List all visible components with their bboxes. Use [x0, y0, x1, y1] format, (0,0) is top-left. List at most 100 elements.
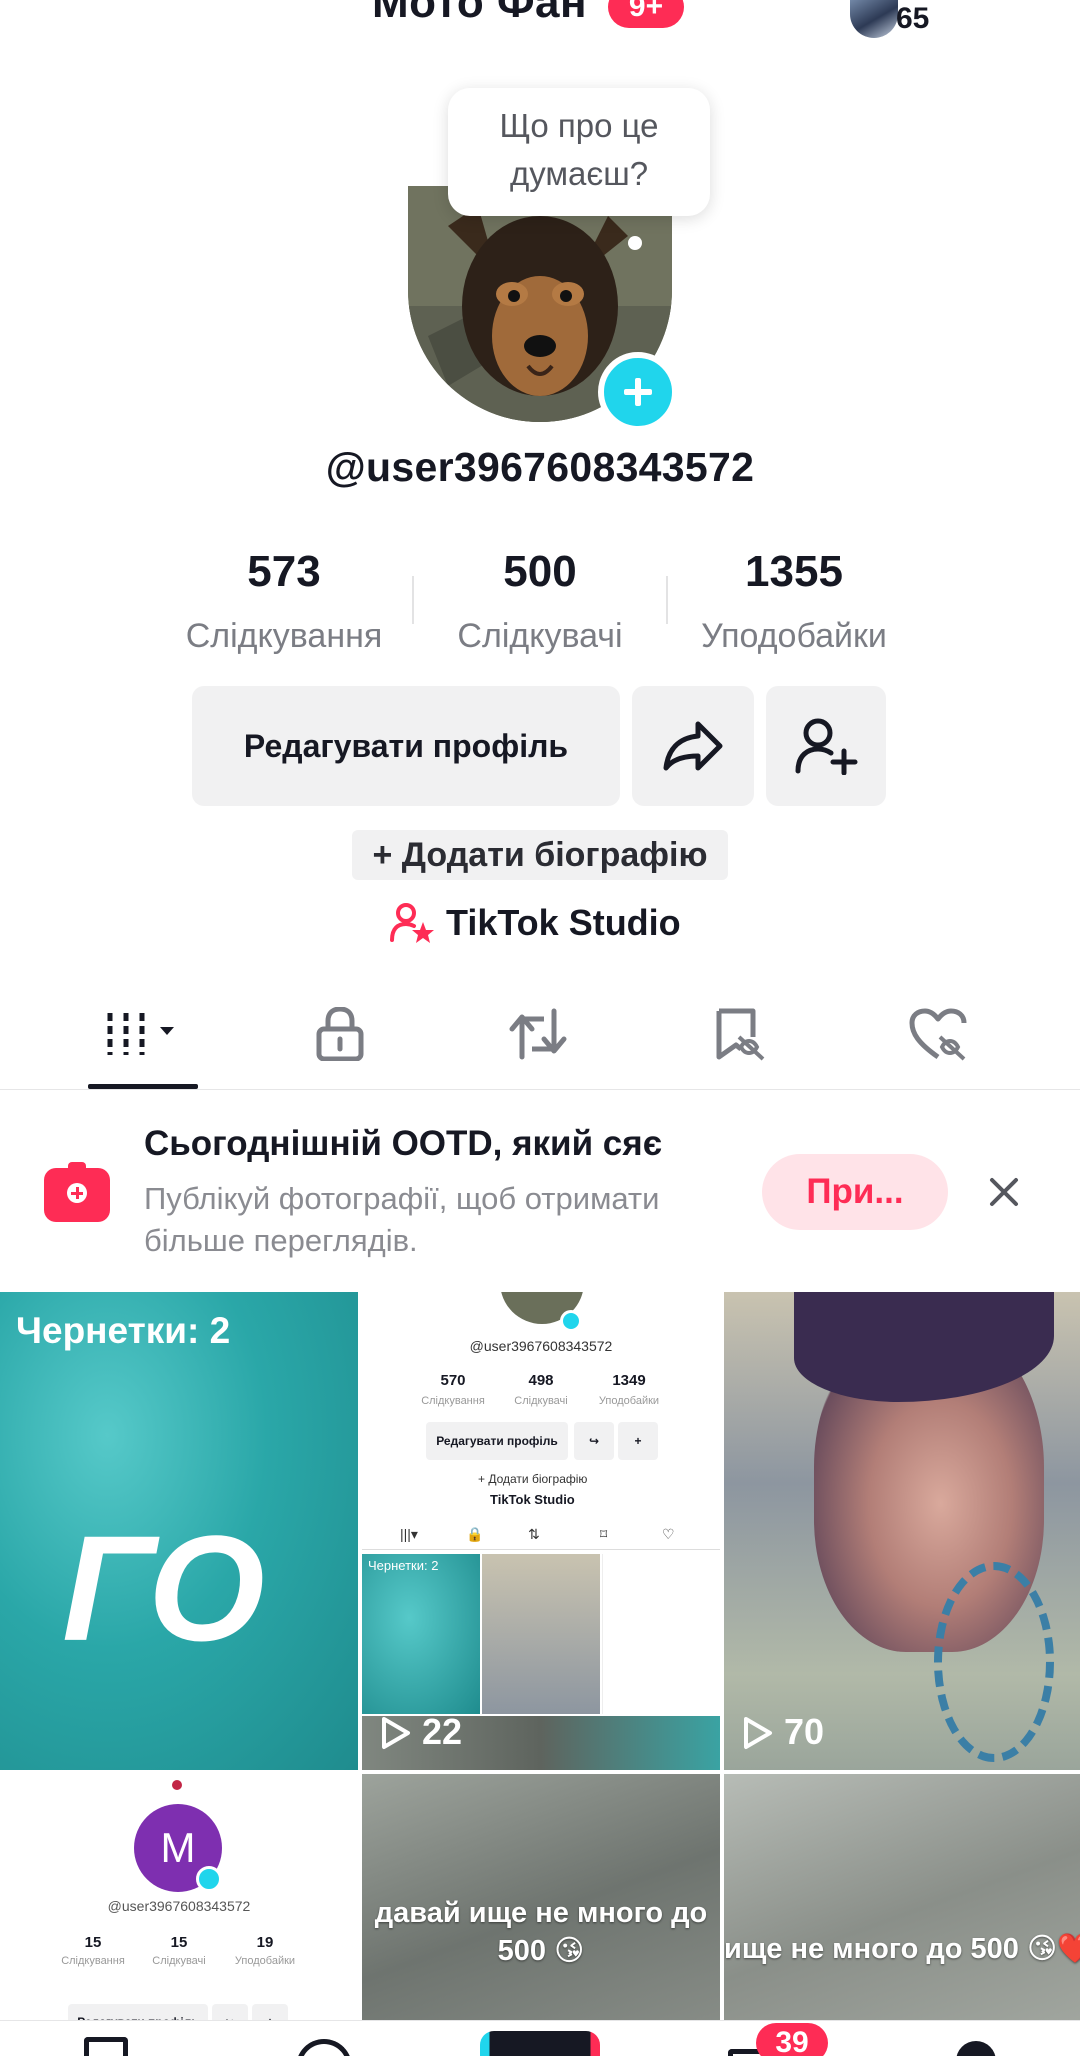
note-bubble[interactable]: Що про це думаєш?	[448, 88, 710, 216]
ootd-promo-banner: Сьогоднішній OOTD, який сяє Публікуй фот…	[0, 1092, 1080, 1292]
mini-stat: 15 Слідкувачі	[134, 1934, 224, 1967]
stat-following[interactable]: 573 Слідкування	[164, 546, 404, 656]
add-story-plus-icon[interactable]	[598, 352, 678, 432]
mini-stat-value: 498	[528, 1372, 554, 1389]
stat-divider	[412, 576, 414, 624]
content-tabs	[0, 990, 1080, 1090]
mini-stat-label: Слідкувачі	[514, 1395, 568, 1407]
story-count: 65	[896, 2, 930, 35]
mini-stat-label: Слідкування	[421, 1395, 485, 1407]
video-tile[interactable]: 70	[724, 1292, 1080, 1770]
stat-likes[interactable]: 1355 Уподобайки	[674, 546, 914, 656]
stat-followers[interactable]: 500 Слідкувачі	[420, 546, 660, 656]
studio-icon	[390, 903, 434, 943]
friends-icon[interactable]	[296, 2039, 352, 2056]
mini-stat: 15 Слідкування	[48, 1934, 138, 1967]
tab-private[interactable]	[280, 990, 400, 1090]
drafts-label: Чернетки: 2	[16, 1310, 231, 1351]
heart-hidden-icon	[909, 1008, 967, 1061]
note-text-line2: думаєш?	[509, 155, 649, 192]
repost-icon	[509, 1008, 567, 1060]
mini-plus-icon	[560, 1310, 582, 1332]
bookmark-icon	[716, 1008, 765, 1061]
promo-action-button[interactable]: При...	[762, 1154, 948, 1230]
play-icon	[744, 1717, 772, 1749]
mini-stat-value: 15	[84, 1934, 102, 1951]
promo-title: Сьогоднішній OOTD, який сяє	[144, 1124, 663, 1163]
profile-username: @user3967608343572	[325, 444, 755, 490]
mini-stat: 570 Слідкування	[408, 1372, 498, 1407]
mini-stat: 19 Уподобайки	[220, 1934, 310, 1967]
stat-value: 500	[503, 547, 577, 596]
profile-icon[interactable]	[956, 2041, 996, 2056]
share-profile-button[interactable]	[632, 686, 754, 806]
video-tile[interactable]: ище не много до 500 😘❤️	[724, 1774, 1080, 2056]
mini-drafts-label: Чернетки: 2	[368, 1558, 439, 1573]
inbox-badge: 39	[756, 2023, 828, 2056]
account-switcher-title[interactable]: Мото Фан	[372, 0, 587, 28]
video-tile[interactable]: давай ище не много до 500 😘	[362, 1774, 720, 2056]
mini-stat-label: Уподобайки	[598, 1395, 660, 1407]
home-icon[interactable]	[84, 2037, 128, 2056]
notification-badge: 9+	[608, 0, 684, 28]
video-thumbnail-detail	[934, 1562, 1054, 1762]
lock-icon	[316, 1007, 364, 1061]
video-caption: ище не много до 500 😘❤️	[724, 1933, 1080, 1965]
mini-tabs: |||▾ 🔒 ⇅ ⌑ ♡	[362, 1524, 720, 1550]
mini-stat-value: 570	[440, 1372, 466, 1389]
mini-tile	[482, 1554, 600, 1714]
story-avatar[interactable]	[850, 0, 898, 38]
play-count-value: 22	[422, 1711, 463, 1752]
stat-label: Слідкувачі	[457, 617, 623, 655]
create-button[interactable]	[480, 2031, 600, 2056]
add-bio-button[interactable]: + Додати біографію	[352, 830, 728, 880]
mini-edit-button: Редагувати профіль	[426, 1422, 568, 1460]
stat-label: Уподобайки	[701, 617, 887, 655]
mini-add-user-icon: +	[618, 1422, 658, 1460]
mini-username: @user3967608343572	[469, 1338, 613, 1354]
note-pointer	[628, 236, 642, 250]
tab-reposts[interactable]	[478, 990, 598, 1090]
promo-description: Публікуй фотографії, щоб отримати більше…	[144, 1181, 660, 1258]
mini-stat-label: Слідкувачі	[152, 1955, 206, 1967]
tile-text: ГО	[62, 1504, 265, 1672]
add-user-icon	[795, 718, 858, 775]
grid-icon	[107, 1013, 174, 1055]
mini-stat: 498 Слідкувачі	[496, 1372, 586, 1407]
bottom-nav: 39	[0, 2020, 1080, 2056]
note-text-line1: Що про це	[499, 107, 659, 144]
tab-videos[interactable]	[84, 990, 204, 1090]
video-tile[interactable]: M @user3967608343572 15 Слідкування 15 Слі…	[0, 1774, 358, 2056]
video-grid: Чернетки: 2 ГО @user3967608343572 570 Слі…	[0, 1292, 1080, 2056]
caption-line: 500 😘	[497, 1935, 585, 1967]
mini-dot	[172, 1780, 182, 1790]
menu-icon[interactable]	[970, 0, 1024, 26]
studio-label: TikTok Studio	[446, 902, 681, 943]
stat-divider	[666, 576, 668, 624]
mini-stat-label: Уподобайки	[234, 1955, 296, 1967]
share-icon	[663, 721, 723, 771]
mini-stat: 1349 Уподобайки	[584, 1372, 674, 1407]
mini-bio: + Додати біографію	[478, 1472, 588, 1486]
mini-stat-value: 15	[170, 1934, 188, 1951]
mini-stat-label: Слідкування	[61, 1955, 125, 1967]
tab-favorites[interactable]	[680, 990, 800, 1090]
add-friend-button[interactable]	[766, 686, 886, 806]
edit-profile-button[interactable]: Редагувати профіль	[192, 686, 620, 806]
video-tile[interactable]: @user3967608343572 570 Слідкування 498 Слі…	[362, 1292, 720, 1770]
stat-value: 573	[247, 547, 321, 596]
caption-line: давай ище не много до	[374, 1897, 708, 1929]
mini-username: @user3967608343572	[107, 1898, 251, 1914]
add-photo-icon	[44, 1162, 110, 1222]
close-icon[interactable]	[984, 1172, 1024, 1212]
tab-liked[interactable]	[878, 990, 998, 1090]
mini-tile	[362, 1716, 720, 1770]
mini-share-icon: ↪	[574, 1422, 614, 1460]
play-count-value: 70	[784, 1711, 825, 1752]
active-tab-indicator	[88, 1084, 198, 1089]
drafts-tile[interactable]: Чернетки: 2 ГО	[0, 1292, 358, 1770]
mini-tile	[602, 1554, 720, 1714]
top-header: Мото Фан 9+ 65	[0, 0, 1080, 40]
mini-stat-value: 1349	[612, 1372, 646, 1389]
mini-tile	[362, 1554, 480, 1714]
